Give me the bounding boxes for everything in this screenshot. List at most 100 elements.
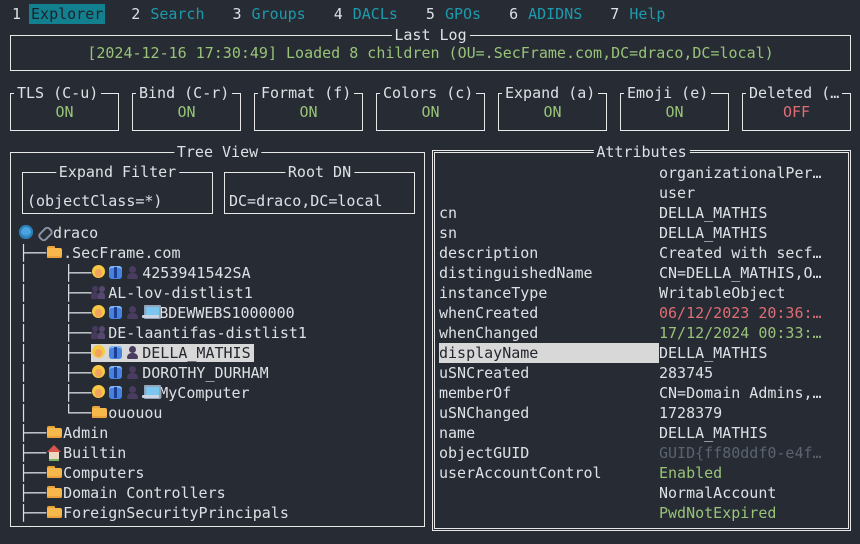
attribute-name[interactable] <box>439 503 659 523</box>
toggle-deleted[interactable]: Deleted (…OFF <box>742 93 851 131</box>
tree-node-selected[interactable]: DELLA_MATHIS <box>91 344 253 362</box>
toggle-bind[interactable]: Bind (C-r)ON <box>132 93 241 131</box>
attribute-row[interactable]: distinguishedNameCN=DELLA_MATHIS,O… <box>439 263 846 283</box>
menu-item-explorer[interactable]: 1Explorer <box>12 4 105 24</box>
menu-item-label[interactable]: GPOs <box>443 4 483 24</box>
tree-node[interactable]: ├──Computers <box>19 463 422 483</box>
toggle-title: Expand (a) <box>502 84 598 103</box>
tree-node[interactable]: │ ├──DELLA_MATHIS <box>19 343 422 363</box>
tree-node[interactable]: ├──Admin <box>19 423 422 443</box>
root-dn-value[interactable]: DC=draco,DC=local <box>229 192 383 210</box>
menu-item-adidns[interactable]: 6ADIDNS <box>509 4 584 24</box>
globe-icon <box>19 225 36 240</box>
toggle-colors[interactable]: Colors (c)ON <box>376 93 485 131</box>
attribute-row[interactable]: displayNameDELLA_MATHIS <box>439 343 846 363</box>
tree-node-content[interactable]: .SecFrame.com <box>46 244 180 262</box>
attribute-name[interactable] <box>439 483 659 503</box>
menu-item-help[interactable]: 7Help <box>610 4 667 24</box>
attribute-name[interactable]: cn <box>439 203 659 223</box>
menu-item-label[interactable]: DACLs <box>351 4 400 24</box>
attribute-row[interactable]: user <box>439 183 846 203</box>
attribute-name[interactable]: userAccountControl <box>439 463 659 483</box>
attribute-row[interactable]: userAccountControlEnabled <box>439 463 846 483</box>
tree-node[interactable]: ├──Builtin <box>19 443 422 463</box>
attribute-name[interactable]: description <box>439 243 659 263</box>
attribute-row[interactable]: NormalAccount <box>439 483 846 503</box>
attribute-row[interactable]: uSNChanged1728379 <box>439 403 846 423</box>
tree-node-content[interactable]: DOROTHY_DURHAM <box>91 364 268 382</box>
tree-node[interactable]: │ └──ououou <box>19 403 422 423</box>
tree-node-content[interactable]: DE-laantifas-distlist1 <box>91 324 307 342</box>
attribute-row[interactable]: descriptionCreated with secf… <box>439 243 846 263</box>
attribute-row[interactable]: instanceTypeWritableObject <box>439 283 846 303</box>
attribute-name[interactable]: objectGUID <box>439 443 659 463</box>
menu-item-label[interactable]: Help <box>627 4 667 24</box>
tree-node[interactable]: ├──ForeignSecurityPrincipals <box>19 503 422 523</box>
tree-branch-lines: │ └── <box>19 404 91 422</box>
tree-node-content[interactable]: draco <box>19 224 98 242</box>
tree-branch-lines: │ ├── <box>19 304 91 322</box>
tree-node[interactable]: │ ├──DE-laantifas-distlist1 <box>19 323 422 343</box>
tree-node[interactable]: ├──.SecFrame.com <box>19 243 422 263</box>
attribute-row[interactable]: uSNCreated283745 <box>439 363 846 383</box>
attribute-name[interactable]: distinguishedName <box>439 263 659 283</box>
tree-node-label: Domain Controllers <box>63 484 226 502</box>
tree-node[interactable]: │ ├──4253941542SA <box>19 263 422 283</box>
tree-node-content[interactable]: Computers <box>46 464 144 482</box>
expand-filter-field[interactable]: Expand Filter (objectClass=*) <box>22 172 213 214</box>
toggle-expand[interactable]: Expand (a)ON <box>498 93 607 131</box>
menu-item-key: 5 <box>426 5 435 23</box>
attribute-name[interactable]: name <box>439 423 659 443</box>
menu-item-label[interactable]: ADIDNS <box>526 4 584 24</box>
tree-node[interactable]: │ ├──AL-lov-distlist1 <box>19 283 422 303</box>
tree-node[interactable]: draco <box>19 223 422 243</box>
tree-node-label: BDEWWEBS1000000 <box>159 304 294 322</box>
attribute-name[interactable]: whenChanged <box>439 323 659 343</box>
attribute-name[interactable]: uSNCreated <box>439 363 659 383</box>
menu-item-groups[interactable]: 3Groups <box>233 4 308 24</box>
attribute-row[interactable]: whenCreated06/12/2023 20:36:… <box>439 303 846 323</box>
attribute-row[interactable]: PwdNotExpired <box>439 503 846 523</box>
attribute-row[interactable]: objectGUIDGUID{ff80ddf0-e4f… <box>439 443 846 463</box>
attribute-row[interactable]: memberOfCN=Domain Admins,… <box>439 383 846 403</box>
tree-node-content[interactable]: MyComputer <box>91 384 249 402</box>
tree-node-content[interactable]: Builtin <box>46 444 126 462</box>
tree-node[interactable]: │ ├──MyComputer <box>19 383 422 403</box>
tree-node-content[interactable]: BDEWWEBS1000000 <box>91 304 294 322</box>
attribute-row[interactable]: organizationalPer… <box>439 163 846 183</box>
tree-node[interactable]: │ ├── BDEWWEBS1000000 <box>19 303 422 323</box>
menu-item-label[interactable]: Search <box>148 4 206 24</box>
attribute-name[interactable]: memberOf <box>439 383 659 403</box>
attribute-name[interactable]: instanceType <box>439 283 659 303</box>
tree-node-content[interactable]: 4253941542SA <box>91 264 250 282</box>
attribute-name[interactable] <box>439 163 659 183</box>
attribute-name[interactable]: sn <box>439 223 659 243</box>
menu-item-dacls[interactable]: 4DACLs <box>334 4 400 24</box>
menu-item-label[interactable]: Groups <box>250 4 308 24</box>
menu-item-label[interactable]: Explorer <box>29 4 105 24</box>
tree-node-content[interactable]: Admin <box>46 424 108 442</box>
attribute-name[interactable] <box>439 183 659 203</box>
menu-item-gpos[interactable]: 5 GPOs <box>426 4 483 24</box>
attribute-row[interactable]: whenChanged17/12/2024 00:33:… <box>439 323 846 343</box>
tree-node-content[interactable]: Domain Controllers <box>46 484 226 502</box>
toggle-format[interactable]: Format (f)ON <box>254 93 363 131</box>
attribute-name[interactable]: whenCreated <box>439 303 659 323</box>
tie-icon <box>108 365 125 380</box>
attribute-name[interactable]: displayName <box>439 343 659 363</box>
toggle-tls[interactable]: TLS (C-u)ON <box>10 93 119 131</box>
attribute-value: PwdNotExpired <box>659 503 846 523</box>
toggle-emoji[interactable]: Emoji (e)ON <box>620 93 729 131</box>
attribute-row[interactable]: cnDELLA_MATHIS <box>439 203 846 223</box>
attribute-name[interactable]: uSNChanged <box>439 403 659 423</box>
menu-item-search[interactable]: 2Search <box>131 4 206 24</box>
tree-node[interactable]: ├──Domain Controllers <box>19 483 422 503</box>
expand-filter-value[interactable]: (objectClass=*) <box>27 192 162 210</box>
attribute-row[interactable]: snDELLA_MATHIS <box>439 223 846 243</box>
tree-node-content[interactable]: ForeignSecurityPrincipals <box>46 504 289 522</box>
tree-node[interactable]: │ ├──DOROTHY_DURHAM <box>19 363 422 383</box>
attribute-row[interactable]: nameDELLA_MATHIS <box>439 423 846 443</box>
tree-node-content[interactable]: AL-lov-distlist1 <box>91 284 253 302</box>
root-dn-field[interactable]: Root DN DC=draco,DC=local <box>224 172 415 214</box>
tree-node-content[interactable]: ououou <box>91 404 162 422</box>
